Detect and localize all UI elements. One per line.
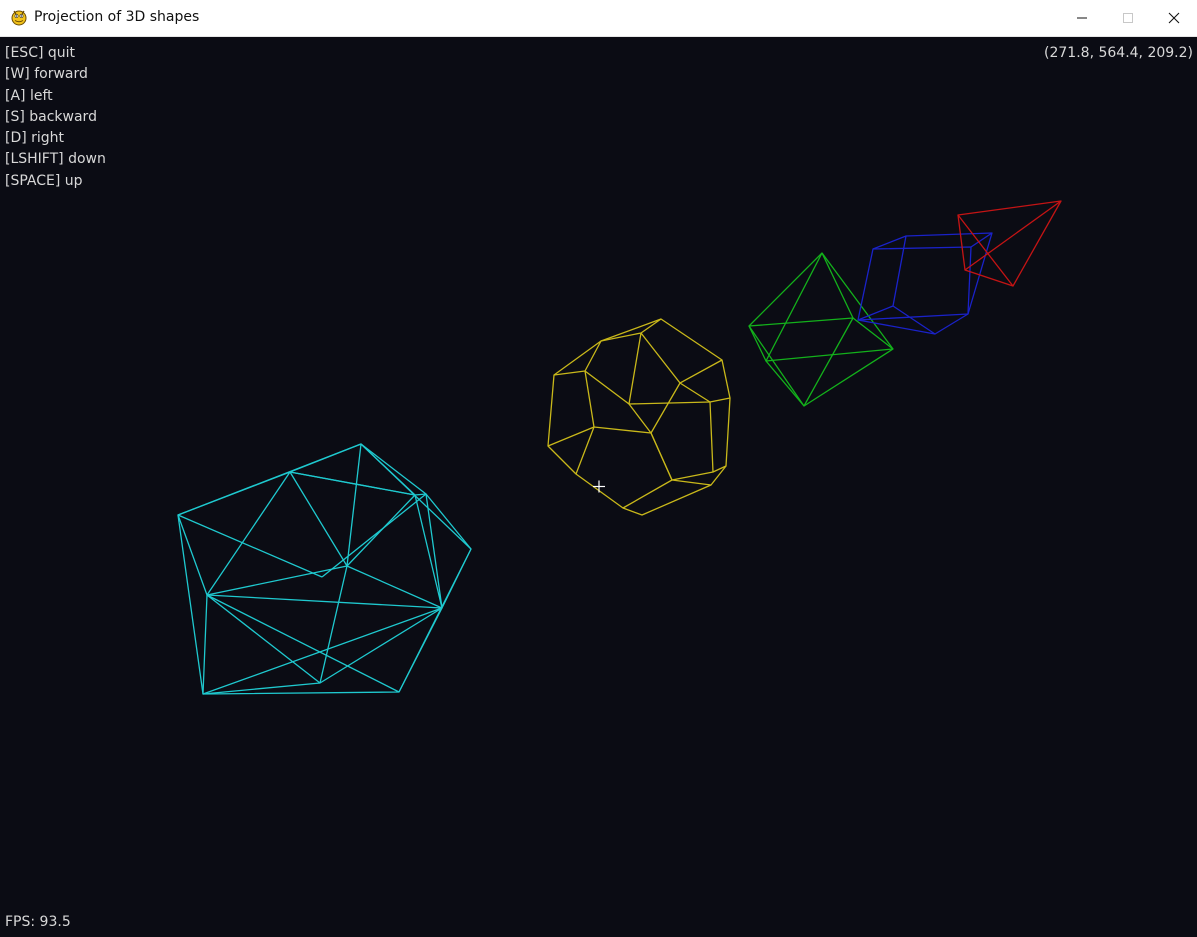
control-hint-backward: [S] backward [5, 108, 97, 125]
pygame-snake-icon [11, 10, 27, 26]
fps-counter: FPS: 93.5 [5, 914, 71, 930]
control-hint-up: [SPACE] up [5, 172, 83, 189]
window-title: Projection of 3D shapes [34, 9, 200, 25]
title-bar[interactable]: Projection of 3D shapes [0, 0, 1197, 37]
control-hint-down: [LSHIFT] down [5, 151, 106, 168]
control-hint-forward: [W] forward [5, 66, 88, 83]
camera-position-readout: (271.8, 564.4, 209.2) [1044, 45, 1193, 61]
scene-svg [177, 200, 1062, 695]
app-window: Projection of 3D shapes [ESC] quit [W] f… [0, 0, 1197, 937]
render-canvas[interactable]: [ESC] quit [W] forward [A] left [S] back… [0, 37, 1197, 937]
controls-help: [ESC] quit [W] forward [A] left [S] back… [5, 43, 106, 192]
maximize-button[interactable] [1105, 0, 1151, 36]
maximize-icon [1123, 13, 1133, 23]
control-hint-right: [D] right [5, 130, 65, 147]
dodecahedron-wireframe [547, 318, 731, 516]
icosahedron-wireframe [177, 443, 472, 695]
crosshair-icon [593, 480, 605, 493]
octahedron-wireframe [748, 252, 894, 407]
close-icon [1168, 12, 1180, 24]
cube-wireframe [857, 232, 993, 335]
close-button[interactable] [1151, 0, 1197, 36]
control-hint-quit: [ESC] quit [5, 45, 76, 61]
minimize-button[interactable] [1059, 0, 1105, 36]
control-hint-left: [A] left [5, 87, 53, 104]
tetrahedron-wireframe [957, 200, 1062, 287]
minimize-icon [1077, 17, 1087, 19]
